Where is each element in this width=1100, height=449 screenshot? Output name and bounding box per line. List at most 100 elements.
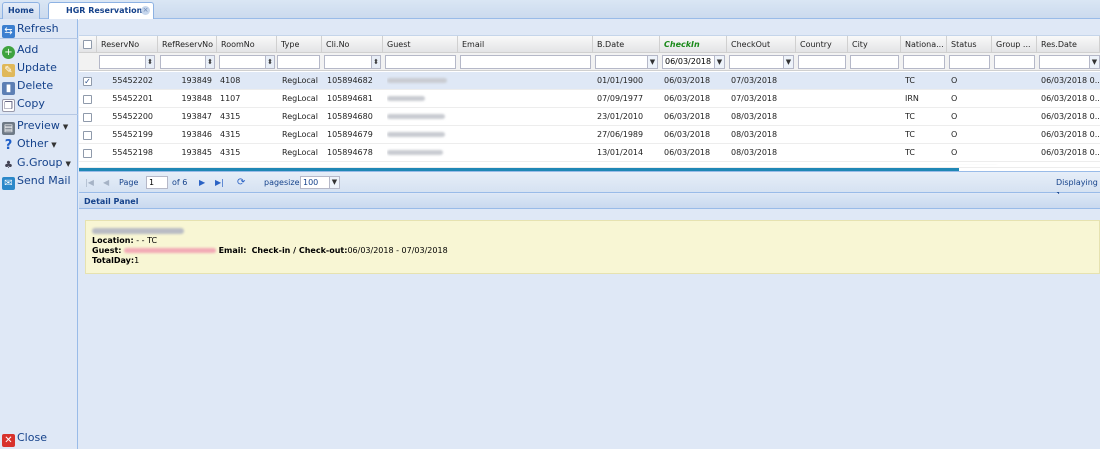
checkout-filter[interactable]: ▼ — [729, 55, 794, 69]
cell-nationality: TC — [905, 130, 916, 139]
spinner-icon[interactable]: ⬍ — [145, 56, 154, 68]
bdate-filter[interactable]: ▼ — [595, 55, 658, 69]
table-row[interactable]: 55452201 193848 1107 RegLocal 105894681 … — [79, 90, 1100, 108]
col-resdate[interactable]: Res.Date — [1037, 36, 1100, 53]
copy-button[interactable]: ❐ Copy — [2, 95, 45, 112]
col-country[interactable]: Country — [796, 36, 848, 53]
cell-resdate: 06/03/2018 0... — [1041, 76, 1100, 85]
cell-clino: 105894681 — [327, 94, 373, 103]
col-clino[interactable]: Cli.No — [322, 36, 383, 53]
col-city[interactable]: City — [848, 36, 901, 53]
cell-status: O — [951, 112, 958, 121]
refreservno-filter[interactable]: ⬍ — [160, 55, 215, 69]
chevron-down-icon[interactable]: ▼ — [1089, 56, 1099, 68]
col-type[interactable]: Type — [277, 36, 322, 53]
table-row[interactable]: 55452200 193847 4315 RegLocal 105894680 … — [79, 108, 1100, 126]
chevron-down-icon[interactable]: ▼ — [647, 56, 657, 68]
checkin-filter[interactable]: 06/03/2018 ▼ — [662, 55, 725, 69]
table-row[interactable]: ✓ 55452202 193849 4108 RegLocal 10589468… — [79, 72, 1100, 90]
col-email[interactable]: Email — [458, 36, 593, 53]
resdate-filter[interactable]: ▼ — [1039, 55, 1100, 69]
cell-roomno: 1107 — [220, 94, 241, 103]
spinner-icon[interactable]: ⬍ — [371, 56, 380, 68]
close-button[interactable]: ✕ Close — [2, 429, 47, 447]
cell-nationality: TC — [905, 76, 916, 85]
grid-toolbar — [79, 19, 1100, 36]
status-filter[interactable] — [949, 55, 990, 69]
add-button[interactable]: + Add — [2, 41, 38, 59]
chevron-down-icon: ▼ — [51, 141, 57, 149]
cell-guest-redacted — [387, 108, 453, 126]
refresh-icon[interactable]: ⟳ — [237, 176, 245, 189]
col-roomno[interactable]: RoomNo — [217, 36, 277, 53]
pagesize-select[interactable]: 100 ▼ — [300, 176, 340, 189]
row-checkbox[interactable]: ✓ — [83, 77, 92, 86]
country-filter[interactable] — [798, 55, 846, 69]
spinner-icon[interactable]: ⬍ — [205, 56, 214, 68]
guest-filter[interactable] — [385, 55, 456, 69]
cell-nationality: TC — [905, 112, 916, 121]
table-row[interactable]: 55452198 193845 4315 RegLocal 105894678 … — [79, 144, 1100, 162]
send-mail-label: Send Mail — [17, 174, 71, 187]
group-filter[interactable] — [994, 55, 1035, 69]
cell-refreservno: 193849 — [181, 76, 212, 85]
last-page-icon[interactable]: ▶| — [215, 176, 224, 189]
group-button[interactable]: ♣ G.Group ▼ — [2, 154, 71, 171]
cell-resdate: 06/03/2018 0... — [1041, 112, 1100, 121]
next-page-icon[interactable]: ▶ — [199, 176, 205, 189]
first-page-icon[interactable]: |◀ — [85, 176, 94, 189]
email-filter[interactable] — [460, 55, 591, 69]
spinner-icon[interactable]: ⬍ — [265, 56, 274, 68]
select-all-header[interactable] — [79, 36, 97, 53]
cell-reservno: 55452202 — [112, 76, 153, 85]
col-status[interactable]: Status — [947, 36, 992, 53]
refresh-label: Refresh — [17, 22, 59, 35]
cell-nationality: IRN — [905, 94, 919, 103]
row-checkbox[interactable] — [83, 113, 92, 122]
cell-checkout: 08/03/2018 — [731, 112, 778, 121]
cell-refreservno: 193845 — [181, 148, 212, 157]
tab-hgr-reservation[interactable]: HGR Reservation × — [48, 2, 154, 20]
nationality-filter[interactable] — [903, 55, 945, 69]
reservno-filter[interactable]: ⬍ — [99, 55, 155, 69]
page-label: Page — [119, 178, 139, 187]
preview-button[interactable]: ▤ Preview ▼ — [2, 117, 68, 135]
chevron-down-icon[interactable]: ▼ — [783, 56, 793, 68]
tab-home[interactable]: Home — [2, 2, 40, 19]
chevron-down-icon: ▼ — [65, 160, 71, 168]
paging-toolbar: |◀ ◀ Page of 6 ▶ ▶| ⟳ pagesize 100 ▼ Disp… — [79, 171, 1100, 200]
col-reservno[interactable]: ReservNo — [97, 36, 158, 53]
col-checkin[interactable]: CheckIn — [660, 36, 727, 53]
action-sidebar: ⇆ Refresh + Add ✎ Update ▮ Delete ❐ Copy ▤ Pre… — [0, 19, 78, 449]
city-filter[interactable] — [850, 55, 899, 69]
tab-close-icon[interactable]: × — [141, 6, 150, 15]
cell-refreservno: 193847 — [181, 112, 212, 121]
col-group[interactable]: Group ... — [992, 36, 1037, 53]
row-checkbox[interactable] — [83, 131, 92, 140]
col-bdate[interactable]: B.Date — [593, 36, 660, 53]
other-button[interactable]: ? Other ▼ — [2, 135, 57, 152]
roomno-filter[interactable]: ⬍ — [219, 55, 275, 69]
update-button[interactable]: ✎ Update — [2, 59, 57, 77]
row-checkbox[interactable] — [83, 95, 92, 104]
cell-status: O — [951, 94, 958, 103]
checkinout-label: Check-in / Check-out: — [251, 246, 348, 255]
redacted-guest — [387, 132, 445, 137]
page-number-input[interactable] — [146, 176, 168, 189]
cell-bdate: 13/01/2014 — [597, 148, 644, 157]
prev-page-icon[interactable]: ◀ — [103, 176, 109, 189]
col-checkout[interactable]: CheckOut — [727, 36, 796, 53]
chevron-down-icon[interactable]: ▼ — [714, 56, 724, 68]
col-refreservno[interactable]: RefReservNo — [158, 36, 217, 53]
type-filter[interactable] — [277, 55, 320, 69]
clino-filter[interactable]: ⬍ — [324, 55, 381, 69]
table-row[interactable]: 55452199 193846 4315 RegLocal 105894679 … — [79, 126, 1100, 144]
select-all-checkbox[interactable] — [83, 40, 92, 49]
row-checkbox[interactable] — [83, 149, 92, 158]
delete-button[interactable]: ▮ Delete — [2, 77, 53, 95]
col-nationality[interactable]: Nationa... — [901, 36, 947, 53]
col-guest[interactable]: Guest — [383, 36, 458, 53]
refresh-button[interactable]: ⇆ Refresh — [2, 20, 59, 38]
chevron-down-icon[interactable]: ▼ — [329, 177, 339, 188]
send-mail-button[interactable]: ✉ Send Mail — [2, 172, 71, 190]
